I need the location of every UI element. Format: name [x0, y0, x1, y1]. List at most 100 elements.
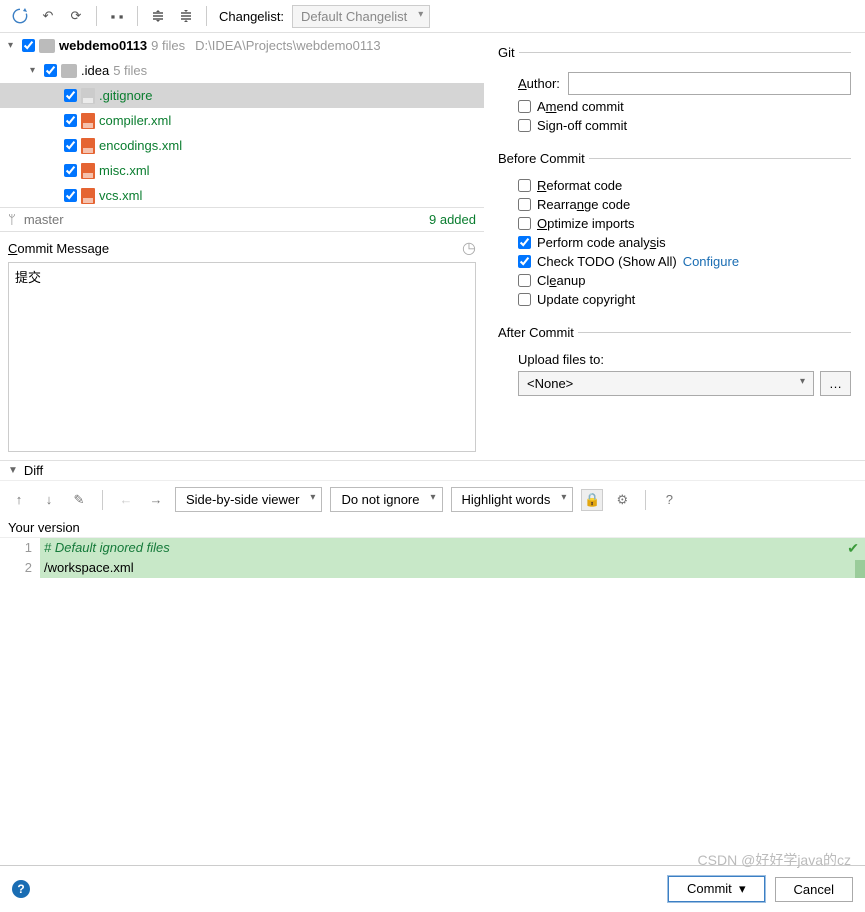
undo-icon[interactable]: ↶: [36, 4, 60, 28]
git-fieldset: Git Author: Amend commit Sign-off commit: [498, 45, 851, 137]
diff-expander[interactable]: ▼ Diff: [0, 460, 865, 480]
changelist-label: Changelist:: [219, 9, 284, 24]
folder-icon: [39, 39, 55, 53]
gutter: 1 2: [0, 538, 40, 865]
copyright-checkbox[interactable]: [518, 293, 531, 306]
amend-checkbox[interactable]: [518, 100, 531, 113]
history-icon[interactable]: ◷: [462, 238, 476, 258]
tree-idea[interactable]: ▾ .idea 5 files: [0, 58, 484, 83]
analysis-checkbox[interactable]: [518, 236, 531, 249]
tree-file[interactable]: encodings.xml: [0, 133, 484, 158]
gear-icon[interactable]: ⚙: [611, 489, 633, 511]
author-input[interactable]: [568, 72, 851, 95]
line-number: 1: [0, 538, 32, 558]
refresh-icon[interactable]: [8, 4, 32, 28]
todo-checkbox[interactable]: [518, 255, 531, 268]
file-icon: [81, 163, 95, 179]
tree-file[interactable]: misc.xml: [0, 158, 484, 183]
folder-icon: [61, 64, 77, 78]
file-checkbox[interactable]: [64, 189, 77, 202]
commit-button[interactable]: Commit ▾: [668, 876, 765, 902]
commit-message-textarea[interactable]: 提交: [8, 262, 476, 452]
lock-icon[interactable]: 🔒: [581, 489, 603, 511]
ignore-combo[interactable]: Do not ignore: [330, 487, 442, 512]
tree-file[interactable]: compiler.xml: [0, 108, 484, 133]
git-legend: Git: [498, 45, 519, 60]
diff-label: Diff: [24, 463, 43, 478]
code-line: # Default ignored files: [40, 538, 865, 558]
optimize-checkbox[interactable]: [518, 217, 531, 230]
changelist-combo[interactable]: Default Changelist: [292, 5, 430, 28]
file-checkbox[interactable]: [64, 89, 77, 102]
after-legend: After Commit: [498, 325, 578, 340]
file-name: vcs.xml: [99, 188, 142, 203]
added-count: 9 added: [429, 212, 476, 227]
tree-idea-checkbox[interactable]: [44, 64, 57, 77]
line-number: 2: [0, 558, 32, 578]
marker-bar: [855, 560, 865, 578]
branch-name: master: [24, 212, 64, 227]
file-checkbox[interactable]: [64, 139, 77, 152]
configure-link[interactable]: Configure: [683, 254, 739, 269]
edit-icon[interactable]: ✎: [68, 489, 90, 511]
right-pane: Git Author: Amend commit Sign-off commit…: [484, 33, 865, 460]
redo-icon[interactable]: ⟳: [64, 4, 88, 28]
cancel-button[interactable]: Cancel: [775, 877, 853, 902]
amend-label: Amend commit: [537, 99, 624, 114]
after-commit-fieldset: After Commit Upload files to: <None> …: [498, 325, 851, 400]
diff-toolbar: ↑ ↓ ✎ ← → Side-by-side viewer Do not ign…: [0, 480, 865, 518]
cleanup-checkbox[interactable]: [518, 274, 531, 287]
file-name: compiler.xml: [99, 113, 171, 128]
tree-root-checkbox[interactable]: [22, 39, 35, 52]
file-checkbox[interactable]: [64, 164, 77, 177]
tree-root-meta: 9 files: [151, 38, 185, 53]
back-icon[interactable]: ←: [115, 489, 137, 511]
tree-file[interactable]: vcs.xml: [0, 183, 484, 208]
tree-root[interactable]: ▾ webdemo0113 9 files D:\IDEA\Projects\w…: [0, 33, 484, 58]
help-diff-icon[interactable]: ?: [658, 489, 680, 511]
bottom-bar: ? Commit ▾ Cancel: [0, 866, 865, 912]
file-name: encodings.xml: [99, 138, 182, 153]
author-label: Author:: [518, 76, 560, 91]
rearrange-checkbox[interactable]: [518, 198, 531, 211]
tree-root-path: D:\IDEA\Projects\webdemo0113: [195, 38, 380, 53]
file-name: misc.xml: [99, 163, 150, 178]
file-icon: [81, 113, 95, 129]
rearrange-label: Rearrange code: [537, 197, 630, 212]
code-line: /workspace.xml: [40, 558, 865, 578]
next-diff-icon[interactable]: ↓: [38, 489, 60, 511]
highlight-combo[interactable]: Highlight words: [451, 487, 574, 512]
collapse-icon[interactable]: [174, 4, 198, 28]
file-icon: [81, 138, 95, 154]
todo-label: Check TODO (Show All): [537, 254, 677, 269]
viewer-combo[interactable]: Side-by-side viewer: [175, 487, 322, 512]
upload-select[interactable]: <None>: [518, 371, 814, 396]
check-icon: ✔: [847, 540, 859, 557]
tree-idea-meta: 5 files: [113, 63, 147, 78]
upload-browse-button[interactable]: …: [820, 371, 851, 396]
forward-icon[interactable]: →: [145, 489, 167, 511]
tree-idea-name: .idea: [81, 63, 109, 78]
before-legend: Before Commit: [498, 151, 589, 166]
chevron-down-icon: ▼: [8, 465, 18, 476]
file-checkbox[interactable]: [64, 114, 77, 127]
before-commit-fieldset: Before Commit Reformat code Rearrange co…: [498, 151, 851, 311]
file-tree: ▾ webdemo0113 9 files D:\IDEA\Projects\w…: [0, 33, 484, 208]
upload-label: Upload files to:: [518, 352, 851, 367]
code-lines[interactable]: # Default ignored files /workspace.xml ✔: [40, 538, 865, 865]
tree-file[interactable]: .gitignore: [0, 83, 484, 108]
expand-icon[interactable]: [146, 4, 170, 28]
branch-icon: ᛘ: [8, 212, 16, 227]
commit-message-header: Commit Message ◷: [0, 232, 484, 260]
tree-root-name: webdemo0113: [59, 38, 147, 53]
main-toolbar: ↶ ⟳ ▪ ▪ Changelist: Default Changelist: [0, 0, 865, 33]
reformat-checkbox[interactable]: [518, 179, 531, 192]
analysis-label: Perform code analysis: [537, 235, 666, 250]
branch-bar: ᛘ master 9 added: [0, 208, 484, 232]
signoff-checkbox[interactable]: [518, 119, 531, 132]
copyright-label: Update copyright: [537, 292, 635, 307]
help-icon[interactable]: ?: [12, 880, 30, 898]
group-icon[interactable]: ▪ ▪: [105, 4, 129, 28]
file-icon: [81, 188, 95, 204]
prev-diff-icon[interactable]: ↑: [8, 489, 30, 511]
